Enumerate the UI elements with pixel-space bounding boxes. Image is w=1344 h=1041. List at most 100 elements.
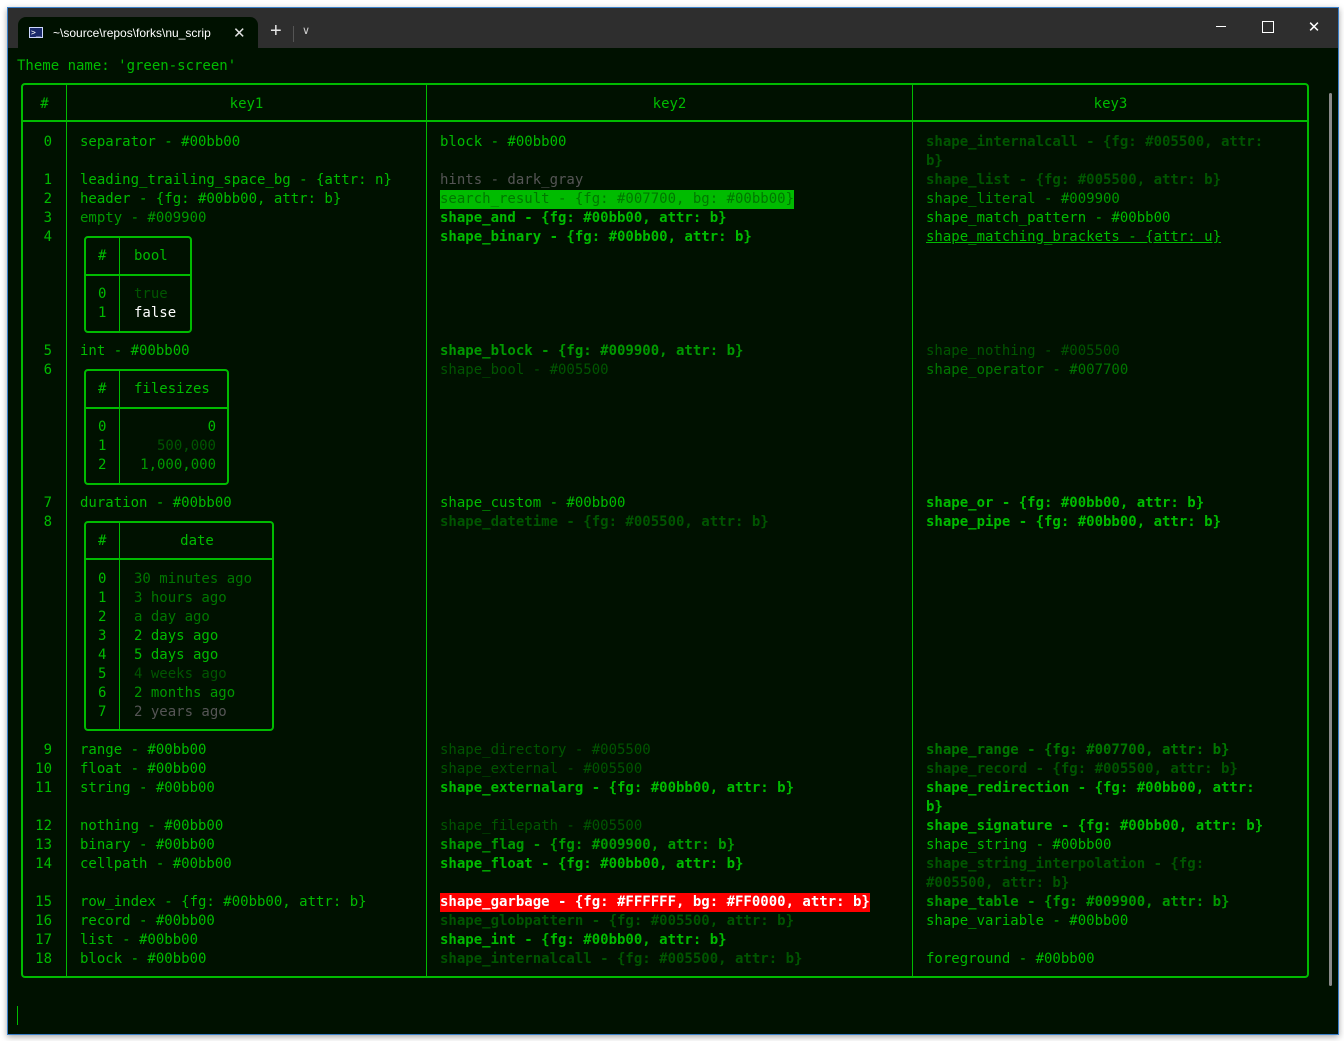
- row-index: 13: [35, 837, 52, 853]
- bool-header-index: #: [98, 248, 107, 264]
- new-tab-button[interactable]: +: [270, 21, 282, 41]
- maximize-icon: [1262, 21, 1274, 33]
- key3-shape-string-interpolation: shape_string_interpolation - {fg:: [926, 856, 1205, 872]
- key3-shape-variable: shape_variable - #00bb00: [926, 913, 1129, 929]
- date-row-index: 0: [98, 571, 107, 587]
- row-index: 18: [35, 951, 52, 967]
- terminal-content[interactable]: Theme name: 'green-screen' # key1 key2 k…: [8, 48, 1338, 1034]
- key1-row-index: row_index - {fg: #00bb00, attr: b}: [80, 894, 367, 910]
- filesizes-row-index: 1: [98, 438, 107, 454]
- header-divider: [23, 120, 1307, 122]
- row-index: 14: [35, 856, 52, 872]
- row-index: 10: [35, 761, 52, 777]
- key1-duration: duration - #00bb00: [80, 495, 232, 511]
- row-index: 5: [43, 343, 52, 359]
- bool-value-false: false: [134, 305, 177, 321]
- key3-shape-nothing: shape_nothing - #005500: [926, 343, 1120, 359]
- key3-shape-table: shape_table - {fg: #009900, attr: b}: [926, 894, 1230, 910]
- chevron-down-icon[interactable]: ∨: [302, 24, 310, 37]
- key3-shape-internalcall: shape_internalcall - {fg: #005500, attr:: [926, 134, 1264, 150]
- maximize-button[interactable]: [1258, 18, 1278, 37]
- key2-shape-and: shape_and - {fg: #00bb00, attr: b}: [440, 210, 727, 226]
- date-row-index: 1: [98, 590, 107, 606]
- terminal-tab[interactable]: >_ ~\source\repos\forks\nu_scrip ✕: [18, 17, 258, 48]
- key2-shape-bool: shape_bool - #005500: [440, 362, 609, 378]
- date-header-label: date: [180, 533, 214, 549]
- key1-empty: empty - #009900: [80, 210, 207, 226]
- date-value: 5 days ago: [134, 647, 219, 663]
- theme-name-line: Theme name: 'green-screen': [17, 58, 237, 74]
- key2-shape-binary: shape_binary - {fg: #00bb00, attr: b}: [440, 229, 752, 245]
- close-window-button[interactable]: ✕: [1304, 18, 1324, 36]
- header-key2: key2: [652, 96, 687, 112]
- key2-shape-external: shape_external - #005500: [440, 761, 643, 777]
- date-value: 2 days ago: [134, 628, 219, 644]
- key3-shape-string: shape_string - #00bb00: [926, 837, 1112, 853]
- date-value: 3 hours ago: [134, 590, 227, 606]
- bool-value-true: true: [134, 286, 168, 302]
- key2-hints: hints - dark_gray: [440, 172, 584, 188]
- filesizes-row-index: 2: [98, 457, 107, 473]
- bool-row-index: 0: [98, 286, 107, 302]
- key3-shape-operator: shape_operator - #007700: [926, 362, 1129, 378]
- key1-list: list - #00bb00: [80, 932, 199, 948]
- key3-shape-redirection: shape_redirection - {fg: #00bb00, attr:: [926, 780, 1255, 796]
- key2-shape-int: shape_int - {fg: #00bb00, attr: b}: [440, 932, 727, 948]
- row-index: 8: [43, 514, 52, 530]
- header-key1: key1: [229, 96, 264, 112]
- date-row-index: 7: [98, 704, 107, 720]
- key1-block: block - #00bb00: [80, 951, 207, 967]
- date-value: 2 years ago: [134, 704, 227, 720]
- key2-shape-globpattern: shape_globpattern - {fg: #005500, attr: …: [440, 913, 795, 929]
- key3-shape-redirection-wrap: b}: [926, 799, 943, 815]
- key1-int: int - #00bb00: [80, 343, 190, 359]
- bool-row-index: 1: [98, 305, 107, 321]
- key1-range: range - #00bb00: [80, 742, 207, 758]
- key3-shape-list: shape_list - {fg: #005500, attr: b}: [926, 172, 1222, 188]
- key3-shape-match-pattern: shape_match_pattern - #00bb00: [926, 210, 1171, 226]
- col-divider: [912, 85, 913, 976]
- key3-shape-record: shape_record - {fg: #005500, attr: b}: [926, 761, 1238, 777]
- filesizes-header-label: filesizes: [134, 381, 210, 397]
- key3-shape-range: shape_range - {fg: #007700, attr: b}: [926, 742, 1230, 758]
- tab-title: ~\source\repos\forks\nu_scrip: [53, 25, 211, 40]
- date-value: 4 weeks ago: [134, 666, 227, 682]
- key3-shape-or: shape_or - {fg: #00bb00, attr: b}: [926, 495, 1205, 511]
- row-index: 6: [43, 362, 52, 378]
- col-divider: [426, 85, 427, 976]
- key2-shape-externalarg: shape_externalarg - {fg: #00bb00, attr: …: [440, 780, 795, 796]
- date-value: 30 minutes ago: [134, 571, 253, 587]
- key3-foreground: foreground - #00bb00: [926, 951, 1095, 967]
- date-value: 2 months ago: [134, 685, 236, 701]
- key1-leading-trailing-space-bg: leading_trailing_space_bg - {attr: n}: [80, 172, 392, 188]
- tab-close-icon[interactable]: ✕: [233, 24, 246, 42]
- key3-shape-literal: shape_literal - #009900: [926, 191, 1120, 207]
- key1-cellpath: cellpath - #00bb00: [80, 856, 232, 872]
- date-row-index: 5: [98, 666, 107, 682]
- row-index: 1: [43, 172, 52, 188]
- key3-shape-internalcall-wrap: b}: [926, 153, 943, 169]
- key2-search-result: search_result - {fg: #007700, bg: #00bb0…: [440, 190, 795, 209]
- key1-binary: binary - #00bb00: [80, 837, 215, 853]
- key2-block: block - #00bb00: [440, 134, 567, 150]
- sub-col-divider: [119, 238, 120, 331]
- row-index: 3: [43, 210, 52, 226]
- row-index: 17: [35, 932, 52, 948]
- key2-shape-internalcall: shape_internalcall - {fg: #005500, attr:…: [440, 951, 803, 967]
- filesizes-value: 500,000: [156, 438, 216, 454]
- row-index: 15: [35, 894, 52, 910]
- terminal-window: >_ ~\source\repos\forks\nu_scrip ✕ + ∨ ✕…: [7, 7, 1339, 1035]
- tab-separator: [293, 26, 294, 42]
- row-index: 16: [35, 913, 52, 929]
- row-index: 2: [43, 191, 52, 207]
- key2-shape-custom: shape_custom - #00bb00: [440, 495, 626, 511]
- key2-shape-datetime: shape_datetime - {fg: #005500, attr: b}: [440, 514, 769, 530]
- key1-separator: separator - #00bb00: [80, 134, 241, 150]
- key1-header: header - {fg: #00bb00, attr: b}: [80, 191, 342, 207]
- sub-col-divider: [119, 523, 120, 729]
- filesizes-header-index: #: [98, 381, 107, 397]
- key2-shape-filepath: shape_filepath - #005500: [440, 818, 643, 834]
- sub-col-divider: [119, 371, 120, 483]
- minimize-button[interactable]: [1211, 18, 1231, 35]
- key3-shape-pipe: shape_pipe - {fg: #00bb00, attr: b}: [926, 514, 1222, 530]
